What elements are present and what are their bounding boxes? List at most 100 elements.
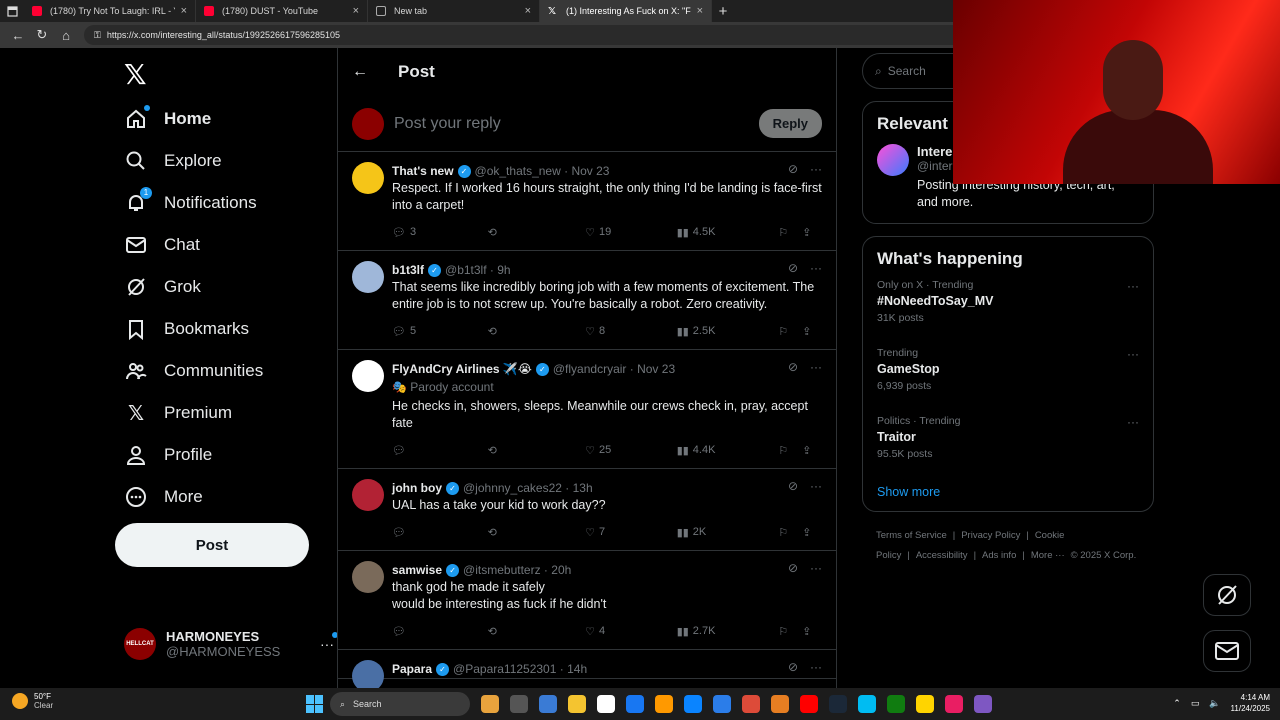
footer-link[interactable]: Privacy Policy: [961, 530, 1020, 541]
taskbar-app-icon[interactable]: [626, 695, 644, 713]
grok-explain-icon[interactable]: ⊘: [788, 261, 798, 275]
like-action[interactable]: ♡ 19: [585, 226, 677, 239]
grok-explain-icon[interactable]: ⊘: [788, 479, 798, 493]
share-action[interactable]: ⇪: [802, 226, 822, 239]
footer-link[interactable]: More ···: [1031, 550, 1065, 561]
share-action[interactable]: ⇪: [802, 444, 822, 457]
taskbar-app-icon[interactable]: [858, 695, 876, 713]
avatar[interactable]: [352, 261, 384, 293]
browser-tab-2[interactable]: (1780) DUST - YouTube ×: [196, 0, 368, 22]
home-icon[interactable]: ⌂: [54, 28, 78, 43]
taskbar-app-icon[interactable]: [713, 695, 731, 713]
repost-action[interactable]: ⟲: [488, 444, 586, 457]
taskbar-app-icon[interactable]: [974, 695, 992, 713]
footer-link[interactable]: Accessibility: [916, 550, 968, 561]
like-action[interactable]: ♡ 7: [585, 526, 677, 539]
grok-explain-icon[interactable]: ⊘: [788, 360, 798, 374]
account-switcher[interactable]: HELLCAT HARMONEYES @HARMONEYESS ···: [124, 628, 338, 660]
author-handle[interactable]: @ok_thats_new: [475, 164, 561, 178]
author-handle[interactable]: @b1t3lf: [445, 263, 487, 277]
taskbar-app-icon[interactable]: [655, 695, 673, 713]
back-icon[interactable]: ←: [6, 28, 30, 43]
reply-input[interactable]: Post your reply: [394, 115, 759, 133]
show-more-link[interactable]: Show more: [877, 485, 1139, 499]
more-options-icon[interactable]: ···: [810, 561, 822, 575]
nav-home[interactable]: Home: [110, 98, 263, 140]
bookmark-action[interactable]: ⚐: [778, 226, 802, 239]
grok-explain-icon[interactable]: ⊘: [788, 561, 798, 575]
post-button[interactable]: Post: [115, 523, 309, 567]
author-handle[interactable]: @johnny_cakes22: [463, 481, 562, 495]
reload-icon[interactable]: ↻: [30, 27, 54, 43]
reply-action[interactable]: 💬︎: [392, 625, 488, 638]
reply-post[interactable]: ⊘ ··· samwise ✓ @itsmebutterz · 20h than…: [338, 551, 836, 650]
taskbar-app-icon[interactable]: [539, 695, 557, 713]
back-arrow-icon[interactable]: ←: [352, 63, 368, 81]
reply-action[interactable]: 💬︎: [392, 444, 488, 457]
nav-more[interactable]: More: [110, 476, 263, 518]
avatar[interactable]: [352, 360, 384, 392]
taskbar-app-icon[interactable]: [771, 695, 789, 713]
grok-explain-icon[interactable]: ⊘: [788, 162, 798, 176]
bookmark-action[interactable]: ⚐: [778, 625, 802, 638]
footer-link[interactable]: Terms of Service: [876, 530, 947, 541]
taskbar-app-icon[interactable]: [568, 695, 586, 713]
like-action[interactable]: ♡ 8: [585, 325, 677, 338]
reply-post[interactable]: ⊘ ··· Papara ✓ @Papara11252301 · 14h: [338, 650, 836, 688]
nav-communities[interactable]: Communities: [110, 350, 263, 392]
nav-notifications[interactable]: 1 Notifications: [110, 182, 263, 224]
volume-icon[interactable]: 🔈: [1209, 698, 1220, 709]
clock[interactable]: 4:14 AM 11/24/2025: [1231, 692, 1270, 714]
close-tab-icon[interactable]: ×: [181, 5, 187, 17]
more-options-icon[interactable]: ···: [1127, 279, 1139, 293]
more-options-icon[interactable]: ···: [810, 479, 822, 493]
reply-post[interactable]: ⊘ ··· FlyAndCry Airlines ✈️😭 ✓ @flyandcr…: [338, 350, 836, 469]
weather-widget[interactable]: 50°F Clear: [12, 692, 53, 710]
taskbar-search[interactable]: ⌕ Search: [330, 692, 470, 716]
taskbar-app-icon[interactable]: [684, 695, 702, 713]
reply-action[interactable]: 💬︎ 3: [392, 226, 488, 239]
tab-actions-button[interactable]: [0, 0, 24, 22]
messages-fab-button[interactable]: [1203, 630, 1251, 672]
nav-premium[interactable]: 𝕏 Premium: [110, 392, 263, 434]
taskbar-app-icon[interactable]: [510, 695, 528, 713]
post-time[interactable]: 20h: [551, 563, 571, 577]
post-time[interactable]: 9h: [497, 263, 510, 277]
share-action[interactable]: ⇪: [802, 526, 822, 539]
grok-explain-icon[interactable]: ⊘: [788, 660, 798, 674]
reply-post[interactable]: ⊘ ··· That's new ✓ @ok_thats_new · Nov 2…: [338, 152, 836, 251]
share-action[interactable]: ⇪: [802, 625, 822, 638]
author-name[interactable]: samwise: [392, 563, 442, 577]
url-field[interactable]: ⚿ https://x.com/interesting_all/status/1…: [84, 25, 964, 45]
reply-button[interactable]: Reply: [758, 109, 822, 138]
nav-explore[interactable]: Explore: [110, 140, 263, 182]
more-options-icon[interactable]: ···: [810, 261, 822, 275]
close-tab-icon[interactable]: ×: [353, 5, 359, 17]
taskbar-app-icon[interactable]: [887, 695, 905, 713]
like-action[interactable]: ♡ 4: [585, 625, 677, 638]
author-name[interactable]: FlyAndCry Airlines ✈️😭: [392, 362, 532, 376]
more-options-icon[interactable]: ···: [1127, 347, 1139, 361]
more-options-icon[interactable]: ···: [810, 162, 822, 176]
post-time[interactable]: Nov 23: [637, 362, 675, 376]
reply-post[interactable]: ⊘ ··· john boy ✓ @johnny_cakes22 · 13h U…: [338, 469, 836, 551]
author-name[interactable]: That's new: [392, 164, 454, 178]
more-options-icon[interactable]: ···: [1127, 415, 1139, 429]
browser-tab-1[interactable]: (1780) Try Not To Laugh: IRL - You ×: [24, 0, 196, 22]
more-options-icon[interactable]: ···: [810, 360, 822, 374]
views-action[interactable]: ▮▮ 2K: [677, 526, 779, 539]
views-action[interactable]: ▮▮ 4.4K: [677, 444, 779, 457]
network-icon[interactable]: ▭: [1191, 698, 1200, 709]
nav-grok[interactable]: Grok: [110, 266, 263, 308]
more-options-icon[interactable]: ···: [810, 660, 822, 674]
footer-link[interactable]: Ads info: [982, 550, 1016, 561]
like-action[interactable]: ♡ 25: [585, 444, 677, 457]
author-name[interactable]: john boy: [392, 481, 442, 495]
new-tab-button[interactable]: +: [712, 3, 734, 20]
reply-action[interactable]: 💬︎ 5: [392, 325, 488, 338]
views-action[interactable]: ▮▮ 4.5K: [677, 226, 779, 239]
repost-action[interactable]: ⟲: [488, 226, 586, 239]
bookmark-action[interactable]: ⚐: [778, 325, 802, 338]
chevron-up-icon[interactable]: ⌃: [1173, 698, 1181, 709]
grok-fab-button[interactable]: [1203, 574, 1251, 616]
